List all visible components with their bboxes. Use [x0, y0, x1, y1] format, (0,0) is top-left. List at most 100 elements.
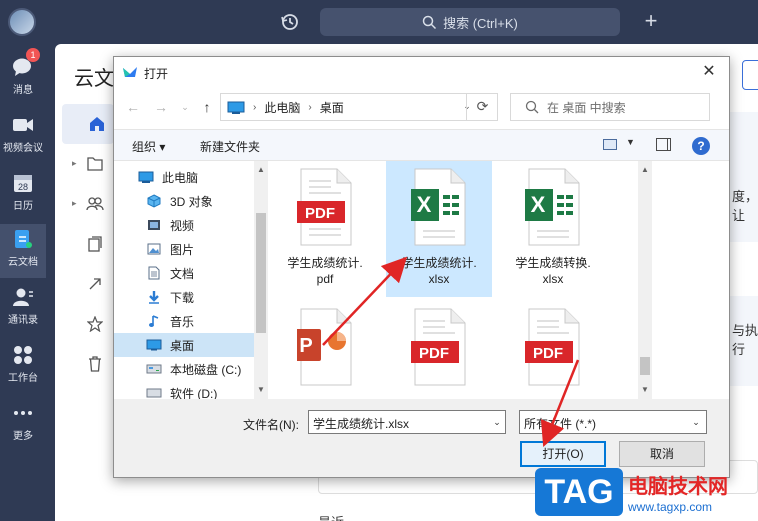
- top-bar: 搜索 (Ctrl+K) +: [0, 0, 758, 44]
- add-icon[interactable]: +: [640, 10, 662, 32]
- rail-item-contacts[interactable]: 通讯录: [0, 282, 46, 336]
- shortcut-icon[interactable]: [80, 269, 110, 299]
- dialog-titlebar[interactable]: 打开 ✕: [114, 57, 729, 87]
- file-type-dropdown-icon[interactable]: ⌄: [687, 411, 705, 433]
- rail-item-workbench[interactable]: 工作台: [0, 340, 46, 394]
- nav-item-desktop[interactable]: 桌面: [114, 333, 254, 357]
- scroll-down-icon[interactable]: ▼: [638, 383, 652, 397]
- expand-arrow-icon[interactable]: ▸: [72, 158, 80, 169]
- file-scroll-thumb[interactable]: [640, 357, 650, 375]
- up-icon[interactable]: ↑: [198, 98, 216, 116]
- preview-pane-icon[interactable]: [656, 138, 671, 151]
- contacts-icon: [12, 286, 34, 308]
- filename-label: 文件名(N):: [243, 418, 299, 432]
- file-item[interactable]: P: [272, 301, 378, 399]
- command-bar: 组织 ▾ 新建文件夹 ▼ ?: [114, 129, 729, 161]
- rail-item-more[interactable]: 更多: [0, 398, 46, 452]
- filename-dropdown-icon[interactable]: ⌄: [488, 411, 506, 433]
- watermark-title: 电脑技术网: [628, 476, 728, 498]
- pdf-file-icon: PDF: [297, 168, 352, 246]
- file-item[interactable]: PDF 学生成绩统计. pdf: [272, 161, 378, 297]
- search-icon: [422, 15, 437, 29]
- breadcrumb-desktop[interactable]: 桌面: [320, 99, 344, 116]
- scroll-down-icon[interactable]: ▼: [254, 383, 268, 397]
- powerpoint-file-icon: P: [297, 308, 352, 386]
- nav-item-downloads[interactable]: 下载: [114, 285, 254, 309]
- folder-search-input[interactable]: 在 桌面 中搜索: [510, 93, 710, 121]
- pdf-file-icon: PDF: [411, 308, 466, 386]
- svg-text:28: 28: [18, 182, 28, 192]
- downloads-icon: [146, 290, 162, 304]
- nav-item-software-d[interactable]: 软件 (D:): [114, 381, 254, 399]
- global-search-box[interactable]: 搜索 (Ctrl+K): [320, 8, 620, 36]
- back-icon[interactable]: ←: [124, 98, 142, 116]
- scroll-up-icon[interactable]: ▲: [254, 163, 268, 177]
- nav-item-videos[interactable]: 视频: [114, 213, 254, 237]
- address-bar[interactable]: › 此电脑 › 桌面: [220, 93, 498, 121]
- watermark-url: www.tagxp.com: [628, 500, 713, 514]
- nav-label: 下载: [170, 290, 195, 305]
- expand-arrow-icon[interactable]: ▸: [72, 198, 80, 209]
- pc-icon: [227, 101, 245, 114]
- pdf-file-icon: PDF: [525, 308, 580, 386]
- recent-dropdown-icon[interactable]: ⌄: [176, 98, 194, 116]
- avatar[interactable]: [8, 8, 36, 36]
- videos-icon: [146, 218, 162, 232]
- rail-label: 更多: [13, 431, 33, 442]
- nav-scrollbar[interactable]: ▲ ▼: [254, 161, 268, 399]
- file-item-selected[interactable]: X 学生成绩统计. xlsx: [386, 161, 492, 297]
- rail-label: 云文档: [8, 257, 38, 268]
- background-button[interactable]: [742, 60, 758, 90]
- trash-icon[interactable]: [80, 349, 110, 379]
- rail-item-video[interactable]: 视频会议: [0, 110, 46, 164]
- pc-icon: [138, 170, 154, 184]
- view-mode-icon[interactable]: [603, 139, 617, 150]
- home-icon[interactable]: [82, 109, 112, 139]
- rail-item-cloud-docs[interactable]: 云文档: [0, 224, 46, 278]
- breadcrumb-this-pc[interactable]: 此电脑: [264, 99, 300, 116]
- file-item[interactable]: PDF: [500, 301, 606, 399]
- history-icon[interactable]: [279, 11, 301, 33]
- address-row: ← → ⌄ ↑ › 此电脑 › 桌面 ⌄ ⟳ 在 桌面 中搜索: [114, 91, 729, 123]
- dialog-title: 打开: [144, 67, 169, 81]
- nav-label: 3D 对象: [170, 194, 213, 209]
- nav-item-3d-objects[interactable]: 3D 对象: [114, 189, 254, 213]
- file-type-select[interactable]: 所有文件 (*.*): [519, 410, 707, 434]
- folder-icon[interactable]: [80, 149, 110, 179]
- organize-button[interactable]: 组织 ▾: [132, 138, 165, 155]
- nav-item-music[interactable]: 音乐: [114, 309, 254, 333]
- open-button[interactable]: 打开(O): [520, 441, 606, 467]
- workbench-icon: [12, 344, 34, 366]
- background-text: 最近: [318, 512, 344, 521]
- view-dropdown-icon[interactable]: ▼: [626, 137, 635, 147]
- nav-scroll-thumb[interactable]: [256, 213, 266, 333]
- scroll-up-icon[interactable]: ▲: [638, 163, 652, 177]
- svg-text:PDF: PDF: [305, 205, 335, 222]
- new-folder-button[interactable]: 新建文件夹: [200, 138, 260, 155]
- rail-label: 日历: [13, 201, 33, 212]
- nav-item-local-disk-c[interactable]: 本地磁盘 (C:): [114, 357, 254, 381]
- star-icon[interactable]: [80, 309, 110, 339]
- nav-item-this-pc[interactable]: 此电脑: [114, 165, 254, 189]
- nav-label: 文档: [170, 266, 195, 281]
- rail-item-messages[interactable]: 消息: [0, 52, 46, 106]
- rail-item-calendar[interactable]: 28 日历: [0, 168, 46, 222]
- help-icon[interactable]: ?: [692, 137, 710, 155]
- nav-label: 本地磁盘 (C:): [170, 362, 242, 377]
- refresh-icon[interactable]: ⟳: [466, 93, 498, 121]
- cancel-button[interactable]: 取消: [619, 441, 705, 467]
- forward-icon[interactable]: →: [152, 98, 170, 116]
- shared-icon[interactable]: [80, 189, 110, 219]
- knowledge-icon[interactable]: [80, 229, 110, 259]
- file-item[interactable]: PDF: [386, 301, 492, 399]
- filename-input[interactable]: 学生成绩统计.xlsx: [308, 410, 506, 434]
- nav-item-pictures[interactable]: 图片: [114, 237, 254, 261]
- folder-search-placeholder: 在 桌面 中搜索: [547, 100, 626, 115]
- file-list-scrollbar[interactable]: ▲ ▼: [638, 161, 652, 399]
- nav-item-documents[interactable]: 文档: [114, 261, 254, 285]
- svg-text:PDF: PDF: [533, 345, 563, 362]
- file-item[interactable]: X 学生成绩转换. xlsx: [500, 161, 606, 297]
- close-icon[interactable]: ✕: [699, 62, 719, 82]
- documents-icon: [146, 266, 162, 280]
- rail-label: 工作台: [8, 373, 38, 384]
